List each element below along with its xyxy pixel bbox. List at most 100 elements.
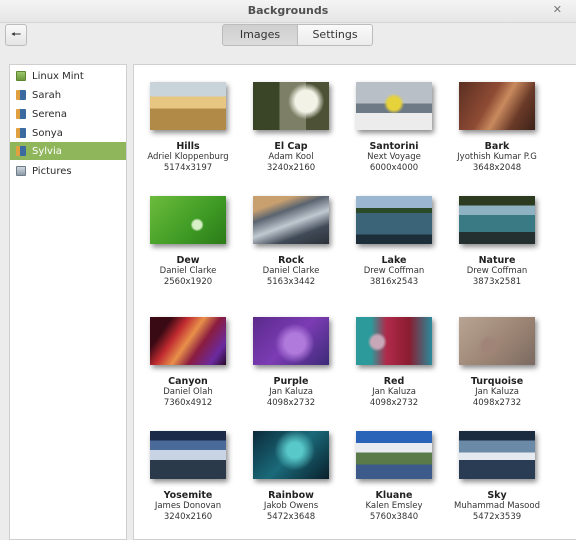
wallpaper-grid: Hills Adriel Kloppenburg 5174x3197 El Ca… (133, 64, 576, 540)
sidebar-item-label: Sarah (32, 89, 62, 101)
wallpaper-size: 4098x2732 (369, 398, 419, 408)
wallpaper-author: Drew Coffman (466, 266, 528, 276)
user-collection-icon (16, 109, 26, 119)
wallpaper-thumbnail (253, 82, 329, 130)
wallpaper-tile-rainbow[interactable]: Rainbow Jakob Owens 5472x3648 (239, 431, 343, 523)
wallpaper-tile-hills[interactable]: Hills Adriel Kloppenburg 5174x3197 (136, 82, 240, 174)
wallpaper-size: 4098x2732 (266, 398, 316, 408)
sidebar-item-pictures[interactable]: Pictures (10, 162, 126, 180)
wallpaper-name: Kluane (375, 490, 413, 501)
pictures-folder-icon (16, 166, 26, 176)
wallpaper-name: Red (383, 376, 405, 387)
wallpaper-thumbnail (150, 82, 226, 130)
wallpaper-thumbnail (459, 317, 535, 365)
wallpaper-size: 5760x3840 (369, 512, 419, 522)
wallpaper-size: 5163x3442 (266, 277, 316, 287)
wallpaper-name: Rock (278, 255, 304, 266)
sidebar-item-label: Pictures (32, 165, 72, 177)
close-icon[interactable]: ✕ (553, 3, 562, 16)
wallpaper-thumbnail (150, 431, 226, 479)
wallpaper-author: Adam Kool (268, 152, 314, 162)
sidebar-item-label: Linux Mint (32, 70, 84, 82)
back-arrow-icon: 🠔 (10, 26, 22, 41)
wallpaper-size: 3873x2581 (472, 277, 522, 287)
wallpaper-thumbnail (356, 196, 432, 244)
wallpaper-author: Next Voyage (367, 152, 421, 162)
wallpaper-tile-rock[interactable]: Rock Daniel Clarke 5163x3442 (239, 196, 343, 288)
wallpaper-author: Muhammad Masood (454, 501, 540, 511)
wallpaper-name: Bark (484, 141, 510, 152)
wallpaper-size: 7360x4912 (163, 398, 213, 408)
wallpaper-name: Canyon (168, 376, 208, 387)
wallpaper-thumbnail (356, 82, 432, 130)
wallpaper-thumbnail (150, 317, 226, 365)
wallpaper-author: Jan Kaluza (372, 387, 416, 397)
wallpaper-size: 5472x3539 (472, 512, 522, 522)
wallpaper-author: Jan Kaluza (475, 387, 519, 397)
sidebar-item-linux-mint[interactable]: Linux Mint (10, 67, 126, 85)
user-collection-icon (16, 146, 26, 156)
wallpaper-size: 3240x2160 (163, 512, 213, 522)
tab-images[interactable]: Images (222, 24, 298, 46)
wallpaper-size: 3816x2543 (369, 277, 419, 287)
wallpaper-thumbnail (253, 196, 329, 244)
wallpaper-author: Kalen Emsley (365, 501, 423, 511)
wallpaper-tile-santorini[interactable]: Santorini Next Voyage 6000x4000 (342, 82, 446, 174)
wallpaper-thumbnail (459, 431, 535, 479)
wallpaper-author: Daniel Clarke (262, 266, 320, 276)
wallpaper-thumbnail (459, 82, 535, 130)
wallpaper-thumbnail (150, 196, 226, 244)
sidebar-item-sonya[interactable]: Sonya (10, 124, 126, 142)
wallpaper-author: Jyothish Kumar P.G (457, 152, 537, 162)
sidebar-item-label: Serena (32, 108, 68, 120)
sidebar-item-label: Sylvia (32, 145, 62, 157)
wallpaper-author: James Donovan (154, 501, 222, 511)
mint-folder-icon (16, 71, 26, 81)
tab-settings[interactable]: Settings (298, 24, 373, 46)
wallpaper-tile-el-cap[interactable]: El Cap Adam Kool 3240x2160 (239, 82, 343, 174)
wallpaper-author: Drew Coffman (363, 266, 425, 276)
wallpaper-size: 2560x1920 (163, 277, 213, 287)
user-collection-icon (16, 90, 26, 100)
wallpaper-author: Adriel Kloppenburg (147, 152, 229, 162)
wallpaper-author: Daniel Clarke (159, 266, 217, 276)
view-tabs: Images Settings (222, 24, 373, 46)
wallpaper-name: Turquoise (470, 376, 524, 387)
wallpaper-author: Jakob Owens (263, 501, 319, 511)
wallpaper-thumbnail (459, 196, 535, 244)
wallpaper-name: Purple (273, 376, 309, 387)
wallpaper-tile-dew[interactable]: Dew Daniel Clarke 2560x1920 (136, 196, 240, 288)
wallpaper-thumbnail (253, 317, 329, 365)
wallpaper-tile-canyon[interactable]: Canyon Daniel Olah 7360x4912 (136, 317, 240, 409)
wallpaper-tile-bark[interactable]: Bark Jyothish Kumar P.G 3648x2048 (445, 82, 549, 174)
wallpaper-size: 5472x3648 (266, 512, 316, 522)
wallpaper-thumbnail (356, 431, 432, 479)
wallpaper-name: Hills (176, 141, 200, 152)
collections-sidebar: Linux Mint Sarah Serena Sonya Sylvia Pic… (9, 64, 127, 540)
wallpaper-tile-yosemite[interactable]: Yosemite James Donovan 3240x2160 (136, 431, 240, 523)
sidebar-item-sylvia[interactable]: Sylvia (10, 142, 126, 160)
toolbar: 🠔 Images Settings (0, 23, 576, 57)
wallpaper-size: 5174x3197 (163, 163, 213, 173)
sidebar-item-label: Sonya (32, 127, 63, 139)
back-button[interactable]: 🠔 (5, 24, 27, 46)
wallpaper-name: Nature (478, 255, 516, 266)
wallpaper-name: Yosemite (163, 490, 213, 501)
wallpaper-size: 3648x2048 (472, 163, 522, 173)
sidebar-item-serena[interactable]: Serena (10, 105, 126, 123)
wallpaper-name: Lake (381, 255, 407, 266)
wallpaper-tile-turquoise[interactable]: Turquoise Jan Kaluza 4098x2732 (445, 317, 549, 409)
wallpaper-name: Rainbow (268, 490, 314, 501)
wallpaper-tile-red[interactable]: Red Jan Kaluza 4098x2732 (342, 317, 446, 409)
wallpaper-tile-lake[interactable]: Lake Drew Coffman 3816x2543 (342, 196, 446, 288)
window-titlebar: Backgrounds ✕ (0, 0, 576, 23)
wallpaper-name: Santorini (369, 141, 419, 152)
user-collection-icon (16, 128, 26, 138)
wallpaper-name: Dew (176, 255, 200, 266)
wallpaper-tile-nature[interactable]: Nature Drew Coffman 3873x2581 (445, 196, 549, 288)
wallpaper-author: Jan Kaluza (269, 387, 313, 397)
wallpaper-tile-sky[interactable]: Sky Muhammad Masood 5472x3539 (445, 431, 549, 523)
wallpaper-tile-kluane[interactable]: Kluane Kalen Emsley 5760x3840 (342, 431, 446, 523)
wallpaper-tile-purple[interactable]: Purple Jan Kaluza 4098x2732 (239, 317, 343, 409)
sidebar-item-sarah[interactable]: Sarah (10, 86, 126, 104)
